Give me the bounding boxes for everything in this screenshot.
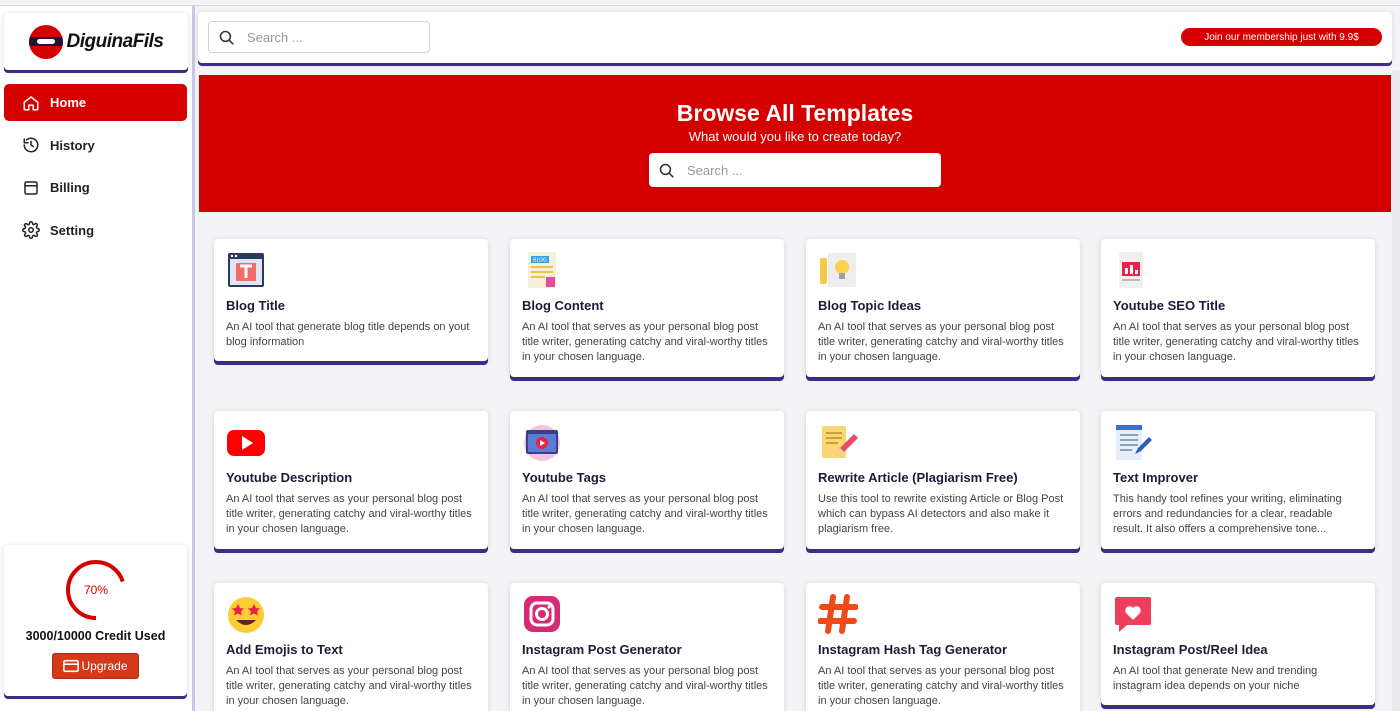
seo-chart-icon (1119, 252, 1143, 288)
sidebar-item-setting[interactable]: Setting (4, 212, 187, 249)
sidebar-item-label: Home (50, 95, 87, 110)
ninja-logo-icon (28, 24, 63, 59)
template-card-instagram-hashtag[interactable]: Instagram Hash Tag Generator An AI tool … (806, 583, 1080, 711)
gear-icon (22, 221, 40, 239)
template-card-text-improver[interactable]: Text Improver This handy tool refines yo… (1101, 411, 1375, 549)
sidebar-item-label: History (50, 137, 95, 153)
credit-percent: 70% (83, 583, 109, 597)
logo[interactable]: DiguinaFils (4, 13, 188, 70)
template-card-youtube-seo-title[interactable]: Youtube SEO Title An AI tool that serves… (1101, 239, 1375, 377)
history-icon (23, 137, 39, 153)
card-title: Text Improver (1113, 470, 1199, 485)
notepad-icon (1116, 425, 1152, 460)
header-search[interactable] (208, 21, 430, 53)
upgrade-button[interactable]: Upgrade (52, 653, 139, 679)
blog-content-icon: BLOG (528, 252, 556, 288)
template-search-input[interactable] (687, 162, 857, 178)
card-title: Blog Topic Ideas (818, 298, 922, 313)
sidebar-item-billing[interactable]: Billing (4, 169, 187, 206)
billing-icon (24, 180, 38, 195)
header-search-input[interactable] (247, 29, 417, 45)
card-title: Youtube Tags (522, 470, 607, 485)
card-title: Blog Content (522, 298, 604, 313)
template-card-rewrite-article[interactable]: Rewrite Article (Plagiarism Free) Use th… (806, 411, 1080, 549)
card-description: An AI tool that serves as your personal … (818, 665, 1064, 708)
hero-banner: Browse All Templates What would you like… (199, 75, 1391, 212)
template-card-youtube-description[interactable]: Youtube Description An AI tool that serv… (214, 411, 488, 549)
membership-button[interactable]: Join our membership just with 9.9$ (1181, 28, 1382, 46)
brand-name: DiguinaFils (66, 30, 164, 52)
page-title: Browse All Templates (676, 100, 914, 126)
heart-message-icon (1115, 597, 1151, 632)
credit-usage-panel: 70% 3000/10000 Credit Used Upgrade (4, 545, 187, 696)
template-card-blog-title[interactable]: Blog Title An AI tool that generate blog… (214, 239, 488, 361)
top-header: Join our membership just with 9.9$ (198, 12, 1392, 63)
lightbulb-icon (820, 253, 856, 287)
template-card-instagram-reel-idea[interactable]: Instagram Post/Reel Idea An AI tool that… (1101, 583, 1375, 705)
card-description: Use this tool to rewrite existing Articl… (818, 493, 1064, 536)
scrollbar[interactable] (1392, 70, 1400, 711)
card-description: An AI tool that generate New and trendin… (1113, 665, 1318, 693)
card-icon (63, 659, 80, 673)
sidebar-item-label: Setting (50, 222, 95, 238)
star-eyes-emoji-icon (228, 597, 264, 633)
page-subtitle: What would you like to create today? (688, 129, 902, 144)
home-icon (23, 95, 39, 110)
svg-text:BLOG: BLOG (533, 258, 547, 264)
template-card-blog-topic-ideas[interactable]: Blog Topic Ideas An AI tool that serves … (806, 239, 1080, 377)
template-card-add-emojis[interactable]: Add Emojis to Text An AI tool that serve… (214, 583, 488, 711)
template-card-blog-content[interactable]: BLOG Blog Content An AI tool that serves… (510, 239, 784, 377)
sidebar-item-label: Billing (50, 180, 90, 195)
hashtag-icon (818, 594, 858, 634)
youtube-icon (227, 430, 265, 456)
card-title: Instagram Post/Reel Idea (1113, 642, 1268, 657)
card-description: This handy tool refines your writing, el… (1113, 493, 1342, 536)
pencil-paper-icon (822, 426, 858, 458)
card-title: Rewrite Article (Plagiarism Free) (818, 470, 1018, 485)
template-search[interactable] (649, 153, 941, 187)
card-description: An AI tool that serves as your personal … (1113, 321, 1359, 364)
sidebar: DiguinaFils Home History Billing Setting… (0, 6, 195, 711)
card-title: Youtube SEO Title (1113, 298, 1226, 313)
search-icon (659, 163, 674, 178)
card-description: An AI tool that serves as your personal … (522, 493, 768, 536)
instagram-icon (524, 596, 560, 632)
sidebar-nav: Home History Billing Setting (4, 84, 187, 254)
card-description: An AI tool that serves as your personal … (226, 493, 472, 536)
card-title: Blog Title (226, 298, 285, 313)
template-card-instagram-post[interactable]: Instagram Post Generator An AI tool that… (510, 583, 784, 711)
sidebar-item-history[interactable]: History (4, 127, 187, 164)
blog-title-icon (228, 253, 264, 287)
sidebar-item-home[interactable]: Home (4, 84, 187, 121)
video-tags-icon (524, 425, 560, 461)
upgrade-label: Upgrade (81, 659, 128, 673)
card-title: Add Emojis to Text (226, 642, 343, 657)
template-card-youtube-tags[interactable]: Youtube Tags An AI tool that serves as y… (510, 411, 784, 549)
card-description: An AI tool that serves as your personal … (818, 321, 1064, 364)
card-description: An AI tool that serves as your personal … (522, 321, 768, 364)
card-title: Instagram Hash Tag Generator (818, 642, 1008, 657)
card-title: Instagram Post Generator (522, 642, 682, 657)
credit-used-label: 3000/10000 Credit Used (25, 629, 166, 643)
card-description: An AI tool that serves as your personal … (522, 665, 768, 708)
card-title: Youtube Description (226, 470, 353, 485)
card-description: An AI tool that generate blog title depe… (226, 321, 470, 349)
card-description: An AI tool that serves as your personal … (226, 665, 472, 708)
top-divider (0, 5, 1400, 6)
search-icon (219, 30, 234, 45)
